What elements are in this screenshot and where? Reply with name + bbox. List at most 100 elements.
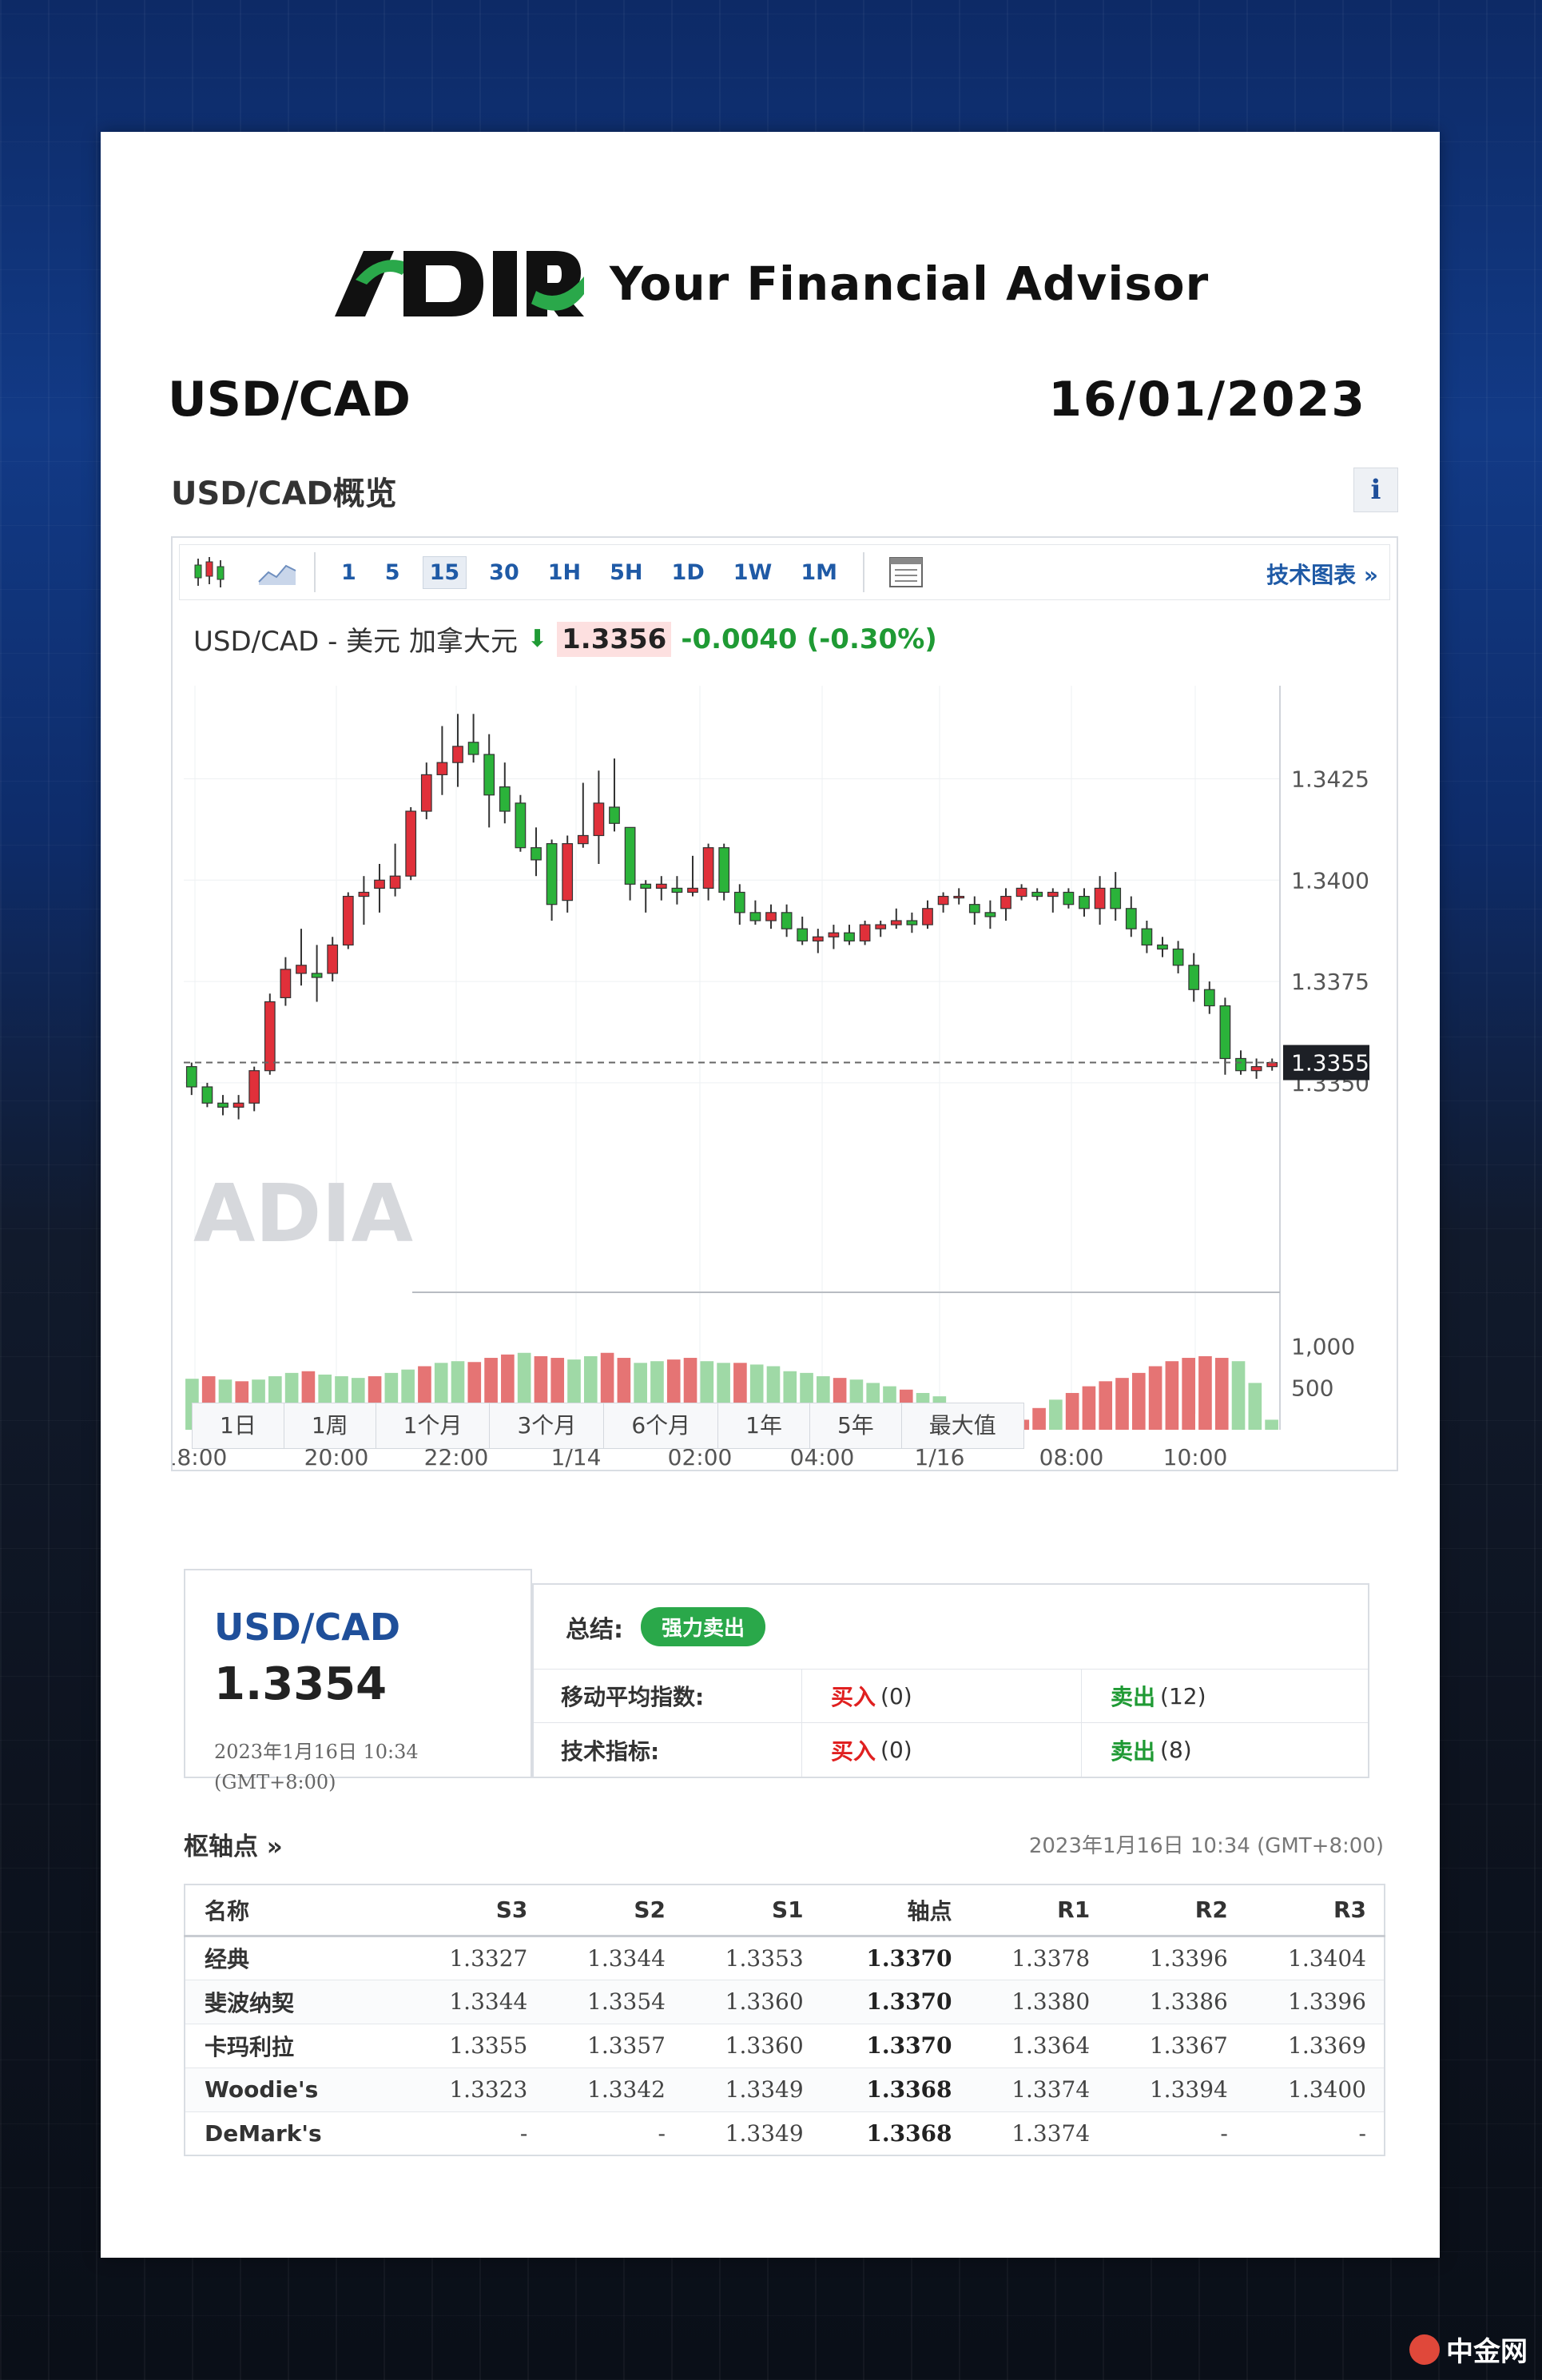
candle	[248, 1070, 260, 1104]
volume-bar	[1248, 1383, 1262, 1430]
candle	[217, 1102, 229, 1108]
candle	[420, 774, 432, 812]
pivot-header-row: 名称 S3 S2 S1 轴点 R1 R2 R3	[185, 1884, 1385, 1937]
summary-time: 2023年1月16日 10:34 (GMT+8:00)	[214, 1737, 419, 1797]
range-button[interactable]: 1年	[718, 1403, 810, 1448]
candle	[515, 802, 527, 849]
volume-bar	[1182, 1358, 1195, 1430]
pivot-value: 1.3364	[969, 2024, 1108, 2068]
buy-label: 买入	[831, 1684, 876, 1710]
signal-name: 技术指标:	[534, 1723, 802, 1777]
candle	[1125, 908, 1137, 929]
signal-sell: 卖出 (12)	[1082, 1670, 1368, 1722]
chart-watermark: ADIA	[193, 1167, 413, 1260]
sell-label: 卖出	[1111, 1684, 1156, 1710]
range-button[interactable]: 5年	[809, 1403, 902, 1448]
range-button[interactable]: 1周	[284, 1403, 376, 1448]
volume-tick-label: 500	[1291, 1375, 1333, 1402]
current-price-label: 1.3355	[1291, 1050, 1369, 1077]
range-button[interactable]: 1个月	[376, 1403, 491, 1448]
volume-bar	[1165, 1361, 1179, 1430]
pivot-value: -	[407, 2111, 546, 2156]
time-tick-label: 10:00	[1163, 1444, 1228, 1471]
pivot-value: 1.3380	[969, 1980, 1108, 2024]
buy-count: (0)	[880, 1737, 912, 1763]
candle	[906, 920, 918, 925]
volume-bar	[1198, 1355, 1212, 1430]
volume-bar	[1148, 1366, 1162, 1430]
pivot-header-cell: R3	[1245, 1884, 1385, 1937]
candle	[1235, 1057, 1246, 1072]
pivot-value: 1.3367	[1107, 2024, 1246, 2068]
pivot-value: 1.3349	[683, 2111, 821, 2156]
candle	[264, 1001, 276, 1072]
pivot-header-cell: S1	[683, 1884, 821, 1937]
summary-price: 1.3354	[214, 1658, 387, 1710]
range-button[interactable]: 最大值	[901, 1403, 1023, 1448]
pivot-points-title[interactable]: 枢轴点 »	[184, 1826, 283, 1862]
candle	[389, 875, 401, 890]
candle	[1188, 965, 1200, 990]
pivot-row: 经典 1.3327 1.3344 1.3353 1.3370 1.3378 1.3396 1.…	[185, 1936, 1385, 1980]
pivot-value: 1.3360	[683, 2024, 821, 2068]
candle	[671, 887, 683, 893]
candle	[749, 912, 761, 921]
pivot-value: 1.3344	[545, 1936, 683, 1980]
pivot-value: 1.3378	[969, 1936, 1108, 1980]
logo-row: Your Financial Advisor	[101, 228, 1440, 340]
range-button[interactable]: 3个月	[490, 1403, 605, 1448]
range-button[interactable]: 1日	[193, 1403, 284, 1448]
candle	[655, 883, 667, 890]
sell-count: (12)	[1160, 1682, 1206, 1709]
summary-signals-panel: 总结: 强力卖出 移动平均指数: 买入 (0) 卖出 (12) 技术指标: 买入 (0…	[532, 1583, 1369, 1778]
pivot-value: 1.3370	[821, 1936, 970, 1980]
pivot-value: 1.3396	[1107, 1936, 1246, 1980]
pivot-value: 1.3355	[407, 2024, 546, 2068]
pivot-row: DeMark's - -1.3349 1.3368 1.3374- -	[185, 2111, 1385, 2156]
tagline: Your Financial Advisor	[609, 257, 1210, 311]
candle	[405, 810, 417, 877]
summary-pair[interactable]: USD/CAD	[214, 1606, 400, 1649]
candle	[953, 895, 965, 899]
pivot-value: 1.3368	[821, 2068, 970, 2112]
candle	[1094, 887, 1106, 909]
candle	[875, 924, 887, 929]
candle	[984, 912, 996, 917]
range-button[interactable]: 6个月	[604, 1403, 719, 1448]
candle	[499, 786, 511, 812]
candle	[374, 879, 385, 890]
candle	[624, 826, 636, 885]
source-watermark: 中金网	[1409, 2330, 1528, 2369]
info-button[interactable]: i	[1353, 468, 1398, 512]
volume-bar	[1214, 1358, 1229, 1430]
pivot-value: -	[545, 2111, 683, 2156]
chart-widget: 1 5 15 30 1H 5H 1D 1W 1M 技术图表 » USD/CAD - 美元 加拿大…	[171, 536, 1398, 1471]
candle	[546, 843, 558, 905]
volume-tick-label: 1,000	[1291, 1333, 1355, 1359]
candle	[358, 891, 370, 897]
pivot-value: 1.3394	[1107, 2068, 1246, 2112]
buy-label: 买入	[831, 1737, 876, 1765]
pivot-value: 1.3374	[969, 2111, 1108, 2156]
candle	[890, 920, 902, 925]
candle	[593, 802, 605, 837]
volume-bar	[1065, 1392, 1079, 1430]
candle	[844, 932, 855, 941]
pivot-value: 1.3344	[407, 1980, 546, 2024]
candle	[577, 834, 589, 845]
range-selector: 1日 1周 1个月 3个月 6个月 1年 5年 最大值	[192, 1403, 1024, 1449]
candle	[1157, 944, 1168, 950]
candle	[1219, 1005, 1231, 1060]
pivot-header-cell: S3	[407, 1884, 546, 1937]
volume-bar	[1231, 1361, 1246, 1430]
candle	[640, 883, 652, 890]
pivot-row: 卡玛利拉 1.3355 1.3357 1.3360 1.3370 1.3364 1.3367…	[185, 2024, 1385, 2068]
price-chart[interactable]: 1.34251.34001.33751.3350ADIA1.33551,0005…	[173, 538, 1398, 1481]
pivot-value: 1.3357	[545, 2024, 683, 2068]
candle	[687, 887, 698, 893]
report-date: 16/01/2023	[1048, 372, 1366, 428]
watermark-logo-icon	[1409, 2334, 1440, 2365]
candle	[765, 912, 777, 921]
candle	[1047, 891, 1059, 897]
overview-title: USD/CAD概览	[171, 476, 397, 512]
